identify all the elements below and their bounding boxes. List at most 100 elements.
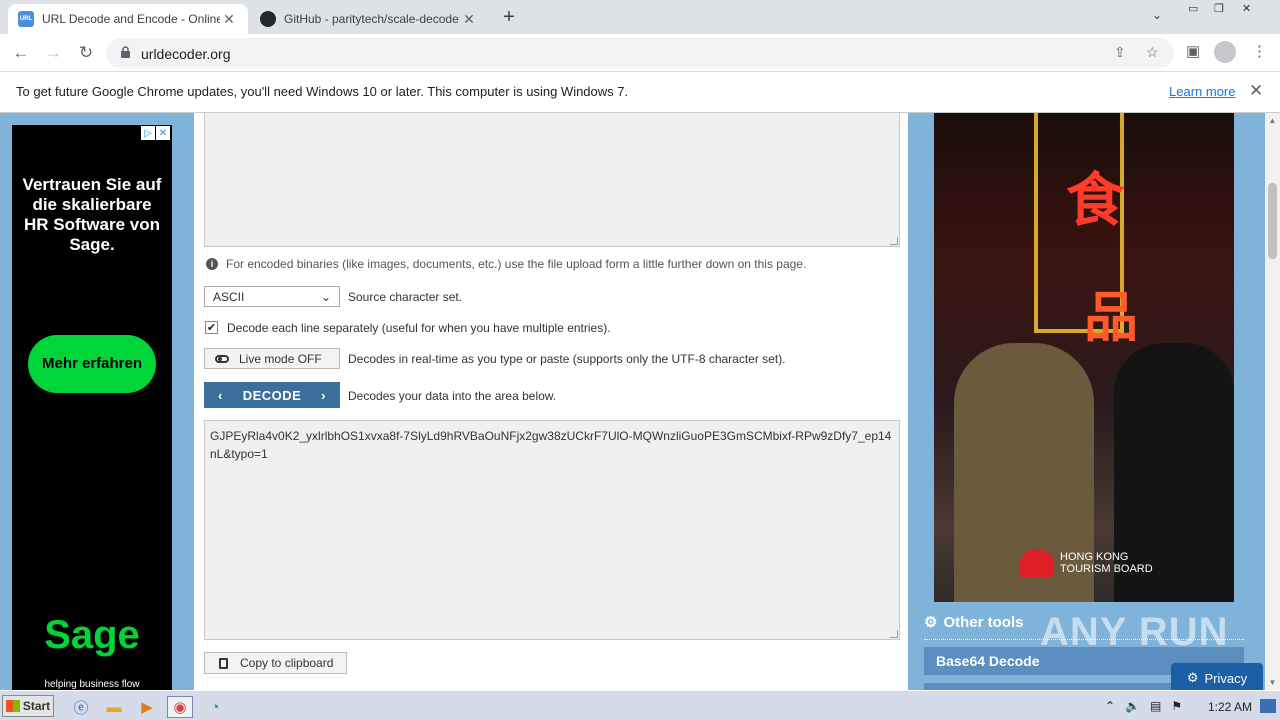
chevron-left-icon: ‹ <box>218 387 223 403</box>
lock-icon <box>121 46 130 58</box>
neon-sign-glyph: 食 <box>1066 168 1125 233</box>
media-player-icon[interactable]: ▶ <box>134 696 160 718</box>
forward-arrow-icon[interactable]: → <box>42 42 64 64</box>
start-button[interactable]: Start <box>2 695 54 717</box>
resize-handle-icon[interactable] <box>890 237 898 245</box>
tab-title: URL Decode and Encode - Online <box>42 12 220 26</box>
menu-kebab-icon[interactable]: ⋮ <box>1252 42 1267 60</box>
update-infobar: To get future Google Chrome updates, you… <box>0 72 1280 113</box>
gear-icon: ⚙ <box>924 614 938 631</box>
copy-label: Copy to clipboard <box>240 656 334 670</box>
restore-icon[interactable]: ❐ <box>1214 2 1224 15</box>
start-label: Start <box>22 699 51 713</box>
share-icon[interactable]: ⇪ <box>1114 44 1126 61</box>
input-textarea[interactable] <box>204 113 900 247</box>
privacy-button[interactable]: ⚙ Privacy <box>1171 663 1263 693</box>
charset-label: Source character set. <box>348 290 463 304</box>
binary-hint: i For encoded binaries (like images, doc… <box>206 257 806 271</box>
charset-value: ASCII <box>213 289 245 304</box>
clipboard-icon <box>219 657 228 669</box>
live-mode-label: Live mode OFF <box>239 351 322 366</box>
hktb-logo: HONG KONG TOURISM BOARD <box>1020 549 1153 577</box>
neon-sign-glyph: 品 <box>1084 288 1138 348</box>
output-textarea[interactable]: GJPEyRla4v0K2_yxlrlbhOS1xvxa8f-7SlyLd9hR… <box>204 420 900 640</box>
copy-to-clipboard-button[interactable]: Copy to clipboard <box>204 652 347 674</box>
scroll-thumb[interactable] <box>1268 183 1277 259</box>
github-icon <box>260 11 276 27</box>
tab-url-decode[interactable]: URL URL Decode and Encode - Online ✕ <box>8 4 248 34</box>
edge-icon[interactable]: ◔ <box>202 696 228 718</box>
decode-description: Decodes your data into the area below. <box>348 389 557 403</box>
ad-headline: Vertrauen Sie auf die skalierbare HR Sof… <box>22 175 162 254</box>
live-mode-button[interactable]: Live mode OFF <box>204 348 340 369</box>
browser-toolbar: ← → ↻ urldecoder.org ⇪ ☆ ▣ ⋮ <box>0 34 1280 72</box>
ad-tagline: helping business flow <box>44 679 140 690</box>
other-tools-heading: ⚙ Other tools <box>924 613 1024 632</box>
ad-choices[interactable]: ▷ ✕ <box>141 126 170 140</box>
close-tab-icon[interactable]: ✕ <box>220 10 238 28</box>
flag-icon[interactable]: ⚑ <box>1171 699 1182 713</box>
system-tray: ⌃ 🔈 ▤ ⚑ <box>1105 691 1182 720</box>
url-favicon-icon: URL <box>18 11 34 27</box>
other-tools-label: Other tools <box>943 613 1024 631</box>
url-text: urldecoder.org <box>141 46 231 62</box>
chevron-down-icon: ⌄ <box>320 289 331 304</box>
hint-text: For encoded binaries (like images, docum… <box>226 257 807 271</box>
chevron-right-icon: › <box>321 387 326 403</box>
network-icon[interactable]: ▤ <box>1150 699 1161 713</box>
sage-advertisement[interactable]: ▷ ✕ Vertrauen Sie auf die skalierbare HR… <box>12 125 172 690</box>
info-icon: i <box>206 258 218 270</box>
minimize-icon[interactable]: ▭ <box>1188 2 1198 15</box>
tab-strip: URL URL Decode and Encode - Online ✕ Git… <box>0 0 1280 34</box>
privacy-label: Privacy <box>1204 670 1248 686</box>
volume-icon[interactable]: 🔈 <box>1125 699 1140 713</box>
infobar-message: To get future Google Chrome updates, you… <box>16 84 629 99</box>
hktb-line2: TOURISM BOARD <box>1060 563 1153 575</box>
charset-select[interactable]: ASCII ⌄ <box>204 286 340 307</box>
profile-avatar[interactable] <box>1214 41 1236 63</box>
folder-icon[interactable]: ▬ <box>101 696 127 718</box>
windows-logo-icon <box>5 700 20 712</box>
reload-icon[interactable]: ↻ <box>75 42 97 64</box>
adchoices-icon[interactable]: ▷ <box>141 126 155 140</box>
tab-github[interactable]: GitHub - paritytech/scale-decode: De ✕ <box>250 4 488 34</box>
checkmark-icon: ✔ <box>206 322 217 334</box>
gear-icon: ⚙ <box>1186 670 1199 685</box>
show-desktop-icon[interactable] <box>1260 699 1276 713</box>
hong-kong-tourism-ad[interactable]: 食 品 HONG KONG TOURISM BOARD <box>934 113 1234 602</box>
output-text: GJPEyRla4v0K2_yxlrlbhOS1xvxa8f-7SlyLd9hR… <box>210 429 892 461</box>
learn-more-link[interactable]: Learn more <box>1169 84 1235 99</box>
resize-handle-icon[interactable] <box>890 630 898 638</box>
decode-each-line-checkbox[interactable]: ✔ <box>205 321 218 334</box>
window-close-icon[interactable]: ✕ <box>1242 2 1251 15</box>
hktb-mark-icon <box>1020 549 1054 577</box>
vertical-scrollbar[interactable]: ▲ ▼ <box>1265 113 1280 690</box>
decode-button[interactable]: ‹ DECODE › <box>204 382 340 408</box>
windows-taskbar: Start ⓔ ▬ ▶ ◉ ◔ ⌃ 🔈 ▤ ⚑ 1:22 AM <box>0 690 1280 720</box>
bookmark-star-icon[interactable]: ☆ <box>1146 44 1159 61</box>
decode-label: DECODE <box>242 387 302 403</box>
infobar-close-icon[interactable]: ✕ <box>1249 81 1263 101</box>
address-bar[interactable]: urldecoder.org ⇪ ☆ <box>106 38 1174 68</box>
scroll-down-icon[interactable]: ▼ <box>1265 675 1280 690</box>
tray-expand-icon[interactable]: ⌃ <box>1105 699 1115 713</box>
scroll-up-icon[interactable]: ▲ <box>1265 113 1280 128</box>
back-arrow-icon[interactable]: ← <box>10 42 32 64</box>
anyrun-watermark: ANY RUN <box>1040 610 1229 654</box>
chrome-icon[interactable]: ◉ <box>167 696 193 718</box>
close-tab-icon[interactable]: ✕ <box>460 10 478 28</box>
clock[interactable]: 1:22 AM <box>1208 700 1252 714</box>
decode-each-line-label: Decode each line separately (useful for … <box>227 321 611 335</box>
page-viewport: ▷ ✕ Vertrauen Sie auf die skalierbare HR… <box>0 113 1265 690</box>
ad-close-icon[interactable]: ✕ <box>156 126 170 140</box>
hktb-line1: HONG KONG <box>1060 551 1129 563</box>
tab-search-chevron-icon[interactable]: ⌄ <box>1152 8 1162 22</box>
ad-cta-button[interactable]: Mehr erfahren <box>28 335 156 393</box>
tab-title: GitHub - paritytech/scale-decode: De <box>284 12 460 26</box>
side-panel-icon[interactable]: ▣ <box>1186 42 1200 60</box>
sage-logo: Sage <box>44 613 140 657</box>
live-mode-description: Decodes in real-time as you type or past… <box>348 352 786 366</box>
ie-icon[interactable]: ⓔ <box>68 696 94 718</box>
decoder-panel: i For encoded binaries (like images, doc… <box>194 113 908 690</box>
new-tab-button[interactable]: + <box>498 6 520 28</box>
